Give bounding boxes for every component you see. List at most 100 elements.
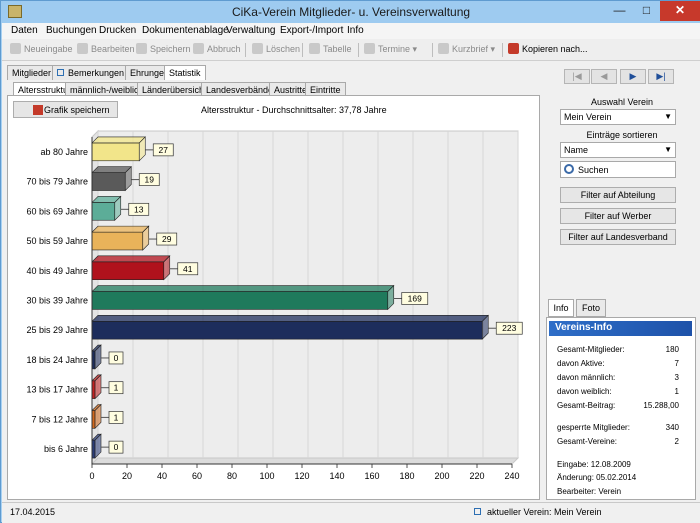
tab-foto[interactable]: Foto — [576, 299, 606, 317]
kopieren-button[interactable]: Kopieren nach... — [508, 43, 588, 54]
bar — [91, 291, 389, 310]
tab-mitglieder[interactable]: Mitglieder — [7, 65, 57, 80]
data-label: 29 — [162, 234, 172, 244]
termine-button[interactable]: Termine ▾ — [364, 43, 417, 55]
x-tick-label: 160 — [364, 471, 379, 481]
abbruch-button[interactable]: Abbruch — [193, 43, 241, 54]
chart-title: Altersstruktur - Durchschnittsalter: 37,… — [201, 105, 387, 115]
new-icon — [10, 43, 21, 54]
copy-icon — [508, 43, 519, 54]
save-chart-button[interactable]: Grafik speichern — [13, 101, 118, 118]
data-label: 1 — [114, 383, 119, 393]
status-verein: aktueller Verein: Mein Verein — [474, 507, 602, 517]
category-label: 13 bis 17 Jahre — [26, 385, 88, 395]
x-tick-label: 180 — [399, 471, 414, 481]
bar — [91, 202, 116, 221]
info-row: davon männlich: 3 — [557, 373, 679, 382]
close-button[interactable]: ✕ — [660, 1, 700, 21]
category-label: 50 bis 59 Jahre — [26, 236, 88, 246]
auswahl-verein-label: Auswahl Verein — [590, 97, 654, 107]
search-input[interactable]: Suchen — [560, 161, 676, 178]
sortieren-label: Einträge sortieren — [586, 130, 658, 140]
category-label: 7 bis 12 Jahre — [31, 414, 88, 424]
save-image-icon — [33, 105, 43, 115]
nav-next-button[interactable]: ▶ — [620, 69, 646, 84]
info-row: gesperrte Mitglieder: 340 — [557, 423, 679, 432]
info-aenderung: Änderung: 05.02.2014 — [557, 473, 637, 482]
cancel-icon — [193, 43, 204, 54]
nav-prev-button[interactable]: ◀ — [591, 69, 617, 84]
category-label: 60 bis 69 Jahre — [26, 206, 88, 216]
category-label: 70 bis 79 Jahre — [26, 177, 88, 187]
x-tick-label: 80 — [227, 471, 237, 481]
checkbox-icon — [474, 508, 481, 515]
x-tick-label: 20 — [122, 471, 132, 481]
bar — [91, 321, 483, 340]
menu-drucken[interactable]: Drucken — [99, 25, 136, 36]
neueingabe-button[interactable]: Neueingabe — [10, 43, 73, 54]
window-title: CiKa-Verein Mitglieder- u. Vereinsverwal… — [231, 5, 471, 19]
info-eingabe: Eingabe: 12.08.2009 — [557, 460, 631, 469]
tab-bemerkungen[interactable]: Bemerkungen — [52, 65, 130, 80]
category-label: 25 bis 29 Jahre — [26, 325, 88, 335]
menu-export-import[interactable]: Export-/Import — [280, 25, 343, 36]
menu-verwaltung[interactable]: Verwaltung — [226, 25, 275, 36]
toolbar-separator — [302, 43, 303, 57]
x-tick-label: 220 — [469, 471, 484, 481]
title-bar: CiKa-Verein Mitglieder- u. Vereinsverwal… — [1, 1, 700, 23]
x-tick-label: 200 — [434, 471, 449, 481]
category-label: 40 bis 49 Jahre — [26, 266, 88, 276]
calendar-icon — [364, 43, 375, 54]
x-tick-label: 140 — [329, 471, 344, 481]
data-label: 41 — [183, 264, 193, 274]
tabelle-button[interactable]: Tabelle — [309, 43, 352, 54]
bar — [91, 261, 165, 280]
bar-top — [91, 166, 132, 173]
loeschen-button[interactable]: Löschen — [252, 43, 300, 54]
status-date: 17.04.2015 — [10, 507, 56, 517]
info-row: Gesamt-Mitglieder: 180 — [557, 345, 679, 354]
info-bearbeiter: Bearbeiter: Verein — [557, 487, 622, 496]
menu-daten[interactable]: Daten — [11, 25, 38, 36]
chevron-down-icon: ▼ — [664, 145, 672, 154]
toolbar-separator — [502, 43, 503, 57]
bar-top — [91, 285, 395, 292]
menu-dokumentenablage[interactable]: Dokumentenablage — [142, 25, 229, 36]
chart-floor — [90, 457, 520, 465]
letter-icon — [438, 43, 449, 54]
filter-werber-button[interactable]: Filter auf Werber — [560, 208, 676, 224]
maximize-button[interactable]: □ — [633, 1, 660, 21]
nav-last-button[interactable]: ▶| — [648, 69, 674, 84]
tab-info[interactable]: Info — [548, 299, 574, 317]
menu-info[interactable]: Info — [347, 25, 364, 36]
table-icon — [309, 43, 320, 54]
bar-top — [91, 225, 150, 233]
info-row: Gesamt-Vereine: 2 — [557, 437, 679, 446]
verein-select[interactable]: Mein Verein ▼ — [560, 109, 676, 125]
save-icon — [136, 43, 147, 54]
category-label: ab 80 Jahre — [40, 147, 88, 157]
nav-first-button[interactable]: |◀ — [564, 69, 590, 84]
bearbeiten-button[interactable]: Bearbeiten — [77, 43, 135, 54]
menu-buchungen[interactable]: Buchungen — [46, 25, 97, 36]
kurzbrief-button[interactable]: Kurzbrief ▾ — [438, 43, 495, 55]
tab-statistik[interactable]: Statistik — [164, 65, 206, 80]
x-tick-label: 0 — [89, 471, 94, 481]
checkbox-icon — [57, 69, 64, 76]
x-tick-label: 100 — [259, 471, 274, 481]
x-tick-label: 40 — [157, 471, 167, 481]
chevron-down-icon: ▼ — [664, 112, 672, 121]
category-label: 30 bis 39 Jahre — [26, 296, 88, 306]
filter-abteilung-button[interactable]: Filter auf Abteilung — [560, 187, 676, 203]
search-icon — [564, 164, 574, 174]
filter-landesverband-button[interactable]: Filter auf Landesverband — [560, 229, 676, 245]
speichern-button[interactable]: Speichern — [136, 43, 191, 54]
minimize-button[interactable]: — — [606, 1, 633, 21]
info-title: Vereins-Info — [549, 321, 692, 336]
category-label: 18 bis 24 Jahre — [26, 355, 88, 365]
bar — [91, 172, 126, 191]
bar — [91, 142, 140, 162]
sort-select[interactable]: Name ▼ — [560, 142, 676, 158]
category-label: bis 6 Jahre — [44, 444, 88, 454]
menu-bar: Daten Buchungen Drucken Dokumentenablage… — [2, 23, 700, 39]
